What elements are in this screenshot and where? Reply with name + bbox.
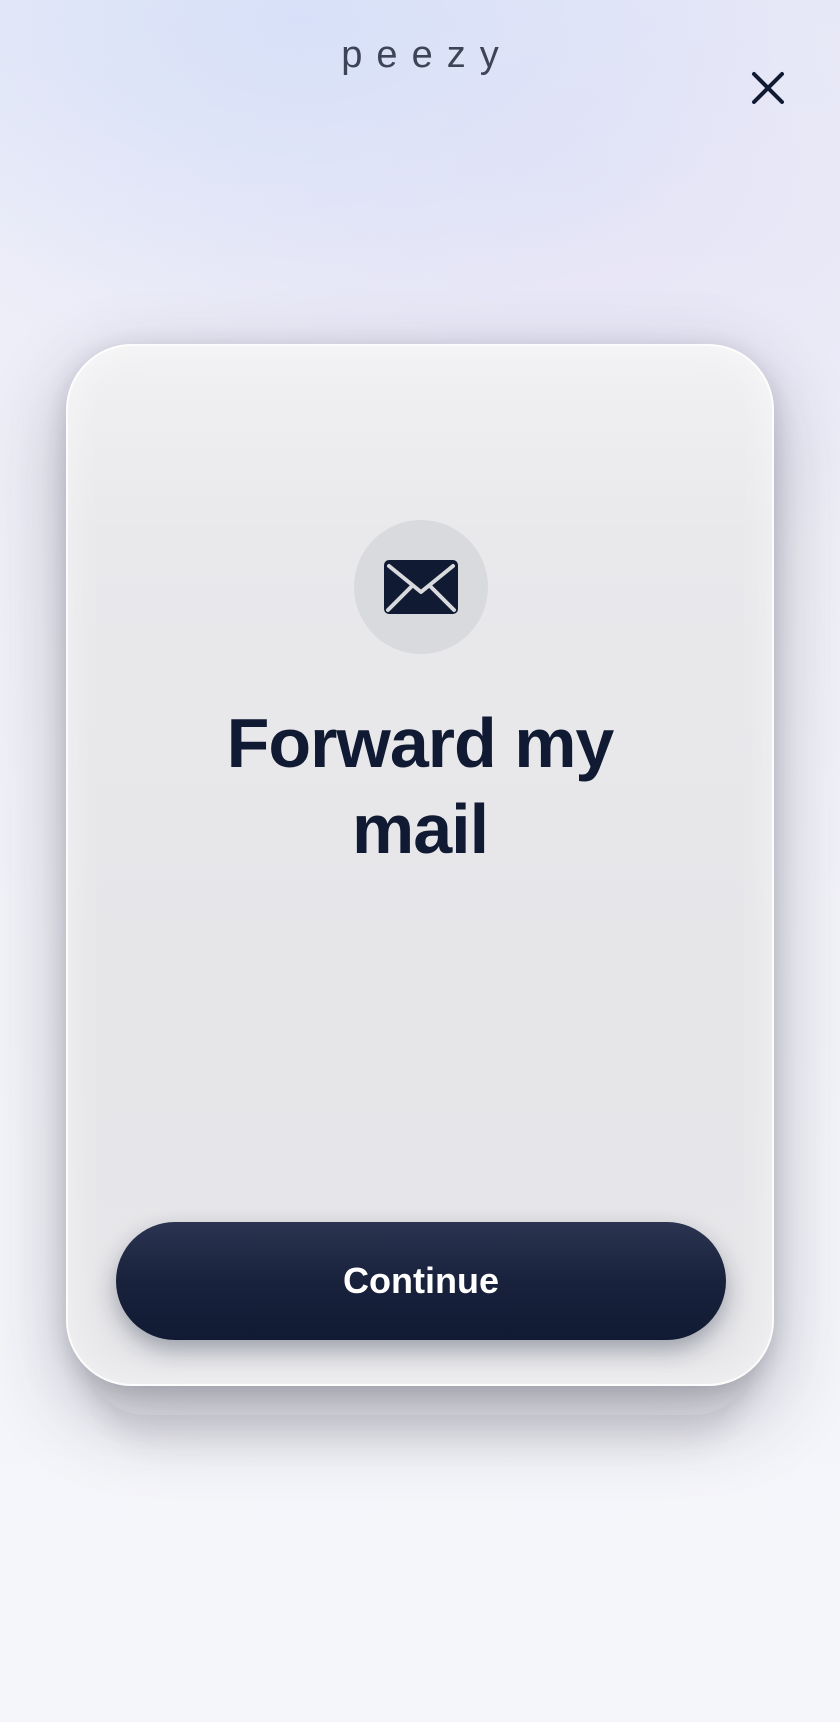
card-title-line-1: Forward my — [226, 704, 615, 782]
brand-logo: peezy — [341, 34, 513, 76]
card-title: Forward my mail — [68, 700, 772, 872]
close-icon — [752, 72, 784, 104]
forward-mail-card: Forward my mail Continue — [66, 344, 774, 1386]
mail-icon-circle — [354, 520, 488, 654]
close-button[interactable] — [746, 66, 790, 110]
mail-icon — [384, 560, 458, 614]
continue-button[interactable]: Continue — [116, 1222, 726, 1340]
card-title-line-2: mail — [351, 790, 489, 868]
